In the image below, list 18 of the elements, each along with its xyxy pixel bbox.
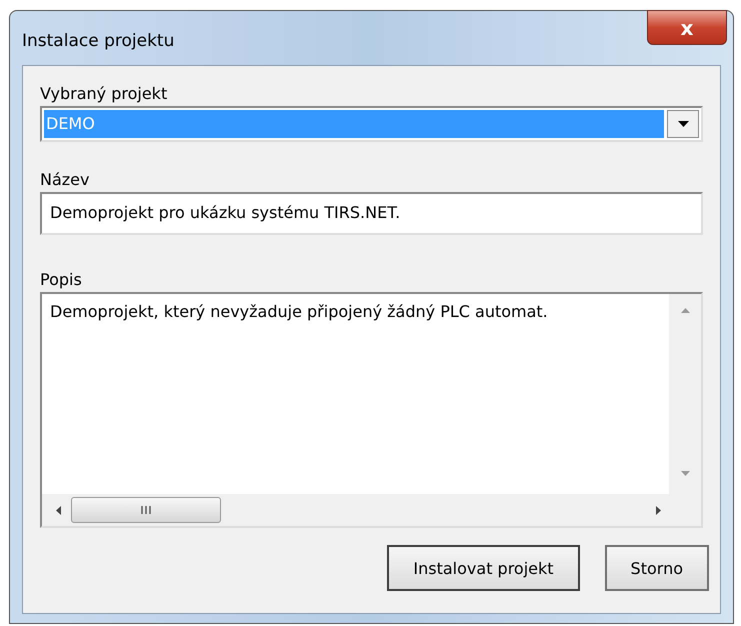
vertical-scrollbar[interactable] bbox=[669, 294, 701, 494]
horizontal-scrollbar[interactable] bbox=[42, 494, 701, 526]
dialog-button[interactable]: Instalovat projekt bbox=[387, 545, 580, 591]
scrollbar-thumb[interactable] bbox=[71, 497, 221, 523]
text-area[interactable]: Demoprojekt, který nevyžaduje připojený žádný PLC automat. bbox=[40, 292, 703, 528]
field-label: Popis bbox=[40, 270, 83, 291]
field-label: Vybraný projekt bbox=[40, 84, 168, 105]
window-title: Instalace projektu bbox=[22, 31, 174, 51]
scroll-down-icon[interactable] bbox=[680, 471, 690, 476]
scroll-left-icon[interactable] bbox=[56, 506, 61, 514]
caret-icon bbox=[678, 121, 688, 127]
scroll-up-icon[interactable] bbox=[680, 308, 690, 313]
scroll-right-icon[interactable] bbox=[656, 506, 661, 514]
dropdown-button[interactable] bbox=[667, 110, 699, 138]
field-label: Název bbox=[40, 170, 90, 191]
close-button[interactable]: x bbox=[647, 10, 727, 45]
dialog-button[interactable]: Storno bbox=[604, 545, 709, 591]
input-field[interactable]: Demoprojekt pro ukázku systému TIRS.NET. bbox=[40, 192, 703, 235]
